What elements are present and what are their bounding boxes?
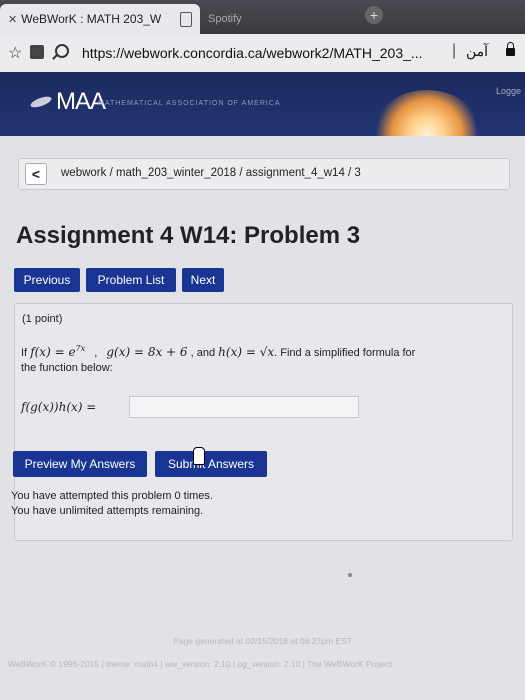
page-icon <box>180 12 192 27</box>
footer-generated: Page generated at 02/15/2018 at 08:27pm … <box>173 636 352 646</box>
extension-icon[interactable] <box>30 45 44 59</box>
tab-title: WeBWorK : MATH 203_W <box>21 12 162 26</box>
f-exponent: 7x <box>75 344 86 353</box>
address-bar: ☆ https://webwork.concordia.ca/webwork2/… <box>0 34 525 73</box>
if-word: If <box>21 347 28 359</box>
comma: , <box>94 347 98 359</box>
lock-icon <box>506 42 515 56</box>
bookmark-star-icon[interactable]: ☆ <box>8 43 22 63</box>
tab-spotify[interactable]: Spotify <box>200 6 360 32</box>
tab-webwork[interactable]: ✕ WeBWorK : MATH 203_W <box>0 4 200 34</box>
speck <box>348 573 352 577</box>
answer-input[interactable] <box>129 396 359 418</box>
unlimited-message: You have unlimited attempts remaining. <box>11 505 204 517</box>
problem-list-button[interactable]: Problem List <box>86 268 176 292</box>
problem-statement-line2: the function below: <box>21 362 113 374</box>
h-definition: h(x) = √x <box>218 345 275 359</box>
search-icon <box>55 44 69 58</box>
next-button[interactable]: Next <box>182 268 224 292</box>
f-definition: f(x) = e7x <box>30 344 86 359</box>
attempts-message: You have attempted this problem 0 times. <box>11 490 213 502</box>
logged-in-label: Logge <box>495 86 521 96</box>
answer-expression: f(g(x))h(x) = <box>21 400 97 414</box>
site-banner: MAA MATHEMATICAL ASSOCIATION OF AMERICA … <box>0 72 525 136</box>
browser-tab-strip: ✕ WeBWorK : MATH 203_W Spotify + <box>0 0 525 34</box>
g-definition: g(x) = 8x + 6 <box>106 345 188 359</box>
submit-answers-button[interactable]: Submit Answers <box>155 451 267 477</box>
light-glare <box>372 90 482 136</box>
previous-button[interactable]: Previous <box>14 268 80 292</box>
hand-cursor-icon <box>193 447 205 465</box>
maa-subtitle: MATHEMATICAL ASSOCIATION OF AMERICA <box>98 100 281 107</box>
close-icon[interactable]: ✕ <box>8 5 17 35</box>
page-title: Assignment 4 W14: Problem 3 <box>16 222 361 249</box>
breadcrumb: < webwork / math_203_winter_2018 / assig… <box>18 158 510 190</box>
new-tab-icon[interactable]: + <box>365 6 383 24</box>
url-field[interactable]: https://webwork.concordia.ca/webwork2/MA… <box>82 45 423 61</box>
main-content: < webwork / math_203_winter_2018 / assig… <box>0 136 525 700</box>
and-word: , and <box>190 347 216 359</box>
points-label: (1 point) <box>22 313 63 325</box>
tab-title: Spotify <box>208 13 242 25</box>
secure-label: آمن <box>466 43 489 59</box>
problem-statement: If f(x) = e7x , g(x) = 8x + 6 , and h(x)… <box>21 344 415 359</box>
maa-logo-mark <box>29 94 53 110</box>
footer-versions: WeBWorK © 1996-2015 | theme: math4 | ww_… <box>8 659 393 669</box>
breadcrumb-path[interactable]: webwork / math_203_winter_2018 / assignm… <box>61 167 361 179</box>
divider: | <box>452 42 457 59</box>
preview-answers-button[interactable]: Preview My Answers <box>13 451 147 477</box>
back-button[interactable]: < <box>25 163 47 185</box>
f-base: f(x) = e <box>30 345 76 359</box>
problem-box: (1 point) If f(x) = e7x , g(x) = 8x + 6 … <box>11 303 513 541</box>
find-text: . Find a simplified formula for <box>274 347 416 359</box>
